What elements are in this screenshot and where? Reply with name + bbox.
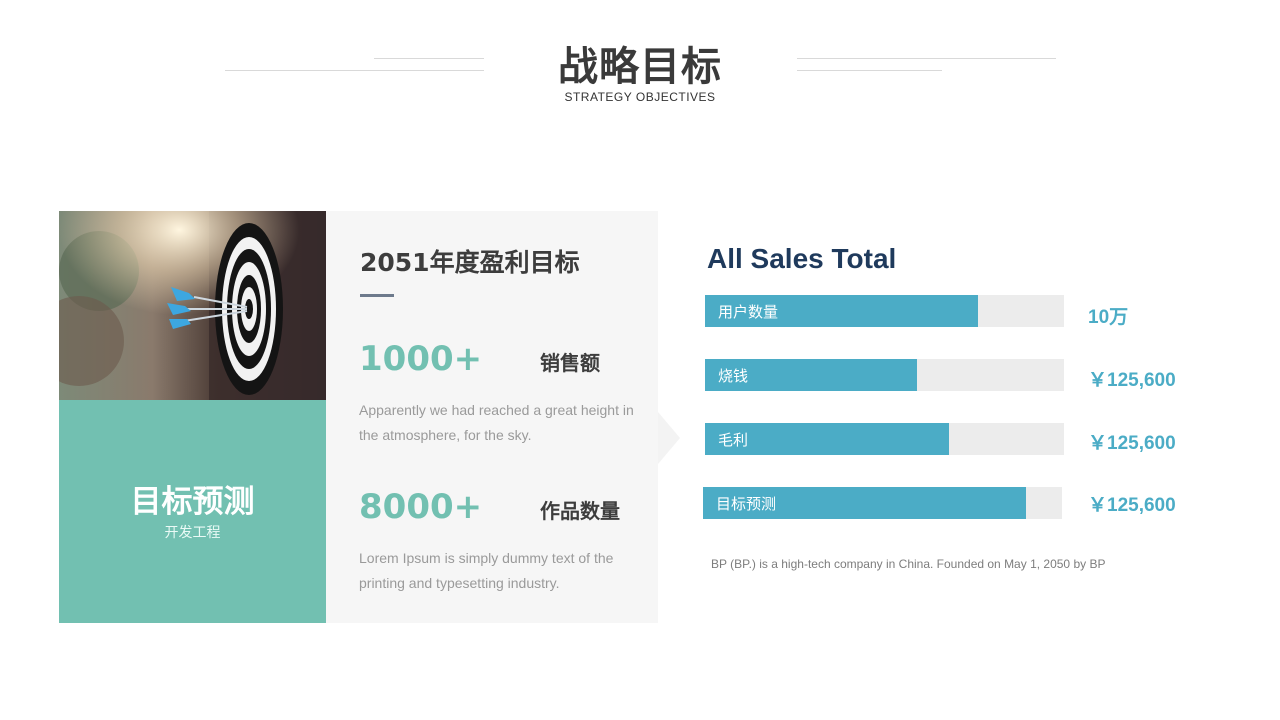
forecast-card-subtitle: 开发工程	[164, 525, 221, 541]
sales-footnote: BP (BP.) is a high-tech company in China…	[711, 557, 1106, 571]
stat-description: Lorem Ipsum is simply dummy text of the …	[359, 550, 614, 591]
progress-bar: 用户数量	[705, 295, 1064, 327]
panel-pointer-arrow	[658, 412, 680, 464]
progress-bar: 毛利	[705, 423, 1064, 455]
forecast-card-title: 目标预测	[130, 484, 255, 520]
progress-bar-value: ￥125,600	[1088, 370, 1176, 391]
progress-bar-value: ￥125,600	[1088, 495, 1176, 516]
page-title: 战略目标	[558, 44, 722, 90]
progress-bar: 目标预测	[703, 487, 1062, 519]
progress-bar-label: 用户数量	[718, 303, 779, 321]
stat-description: Apparently we had reached a great height…	[359, 402, 634, 443]
progress-bar-value: 10万	[1088, 307, 1129, 328]
dartboard-image	[59, 211, 326, 400]
sales-title: All Sales Total	[707, 243, 897, 274]
progress-bar: 烧钱	[705, 359, 1064, 391]
panel-title: 2051年度盈利目标	[360, 248, 580, 277]
page-subtitle: STRATEGY OBJECTIVES	[564, 90, 716, 104]
stat-label: 销售额	[540, 351, 600, 375]
progress-bar-value: ￥125,600	[1088, 433, 1176, 454]
progress-bar-label: 目标预测	[716, 495, 777, 513]
profit-target-panel: 2051年度盈利目标 1000+ 销售额 Apparently we had r…	[326, 211, 658, 623]
stat-value: 8000+	[359, 487, 483, 527]
progress-bar-label: 烧钱	[718, 367, 749, 385]
forecast-card: 目标预测 开发工程	[59, 400, 326, 623]
progress-bar-label: 毛利	[718, 431, 749, 449]
stat-value: 1000+	[359, 339, 483, 379]
panel-title-underline	[360, 294, 394, 297]
stat-label: 作品数量	[540, 499, 620, 523]
